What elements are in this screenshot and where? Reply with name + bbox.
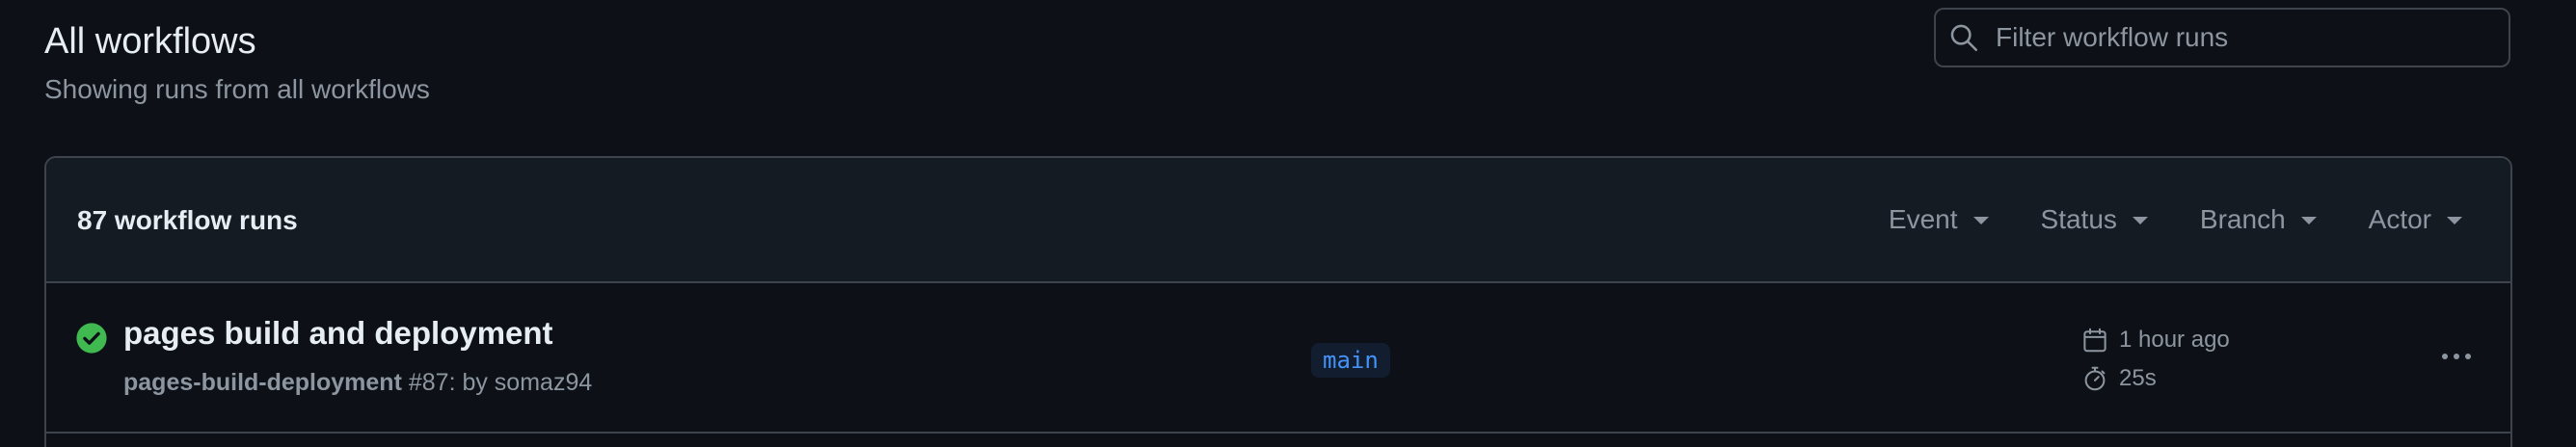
stopwatch-icon [2084, 366, 2106, 391]
filter-bar: Event Status Branch Actor [1889, 200, 2462, 239]
filter-label: Branch [2199, 204, 2286, 234]
page-title: All workflows [44, 21, 256, 62]
caret-down-icon [2132, 217, 2148, 224]
run-count: 87 workflow runs [77, 205, 298, 235]
run-duration: 25s [2080, 364, 2157, 393]
actor-filter-button[interactable]: Actor [2369, 200, 2462, 239]
caret-down-icon [2447, 217, 2462, 224]
workflow-name: pages-build-deployment [123, 369, 402, 396]
runs-header: 87 workflow runs Event Status Branch Act… [46, 158, 2510, 283]
kebab-horizontal-icon [2442, 354, 2471, 359]
search-icon [1950, 24, 1978, 52]
run-time-text: 1 hour ago [2119, 327, 2230, 353]
caret-down-icon [2300, 217, 2317, 224]
branch-badge[interactable]: main [1311, 343, 1390, 378]
calendar-icon [2083, 328, 2106, 353]
workflow-runs-page: All workflows Showing runs from all work… [0, 0, 2576, 447]
branch-filter-button[interactable]: Branch [2200, 200, 2317, 239]
filter-label: Actor [2368, 204, 2431, 234]
caret-down-icon [1972, 217, 1989, 224]
filter-workflow-runs-input[interactable] [1996, 22, 2497, 53]
run-time: 1 hour ago [2080, 326, 2230, 355]
run-duration-text: 25s [2119, 365, 2157, 391]
status-filter-button[interactable]: Status [2041, 200, 2148, 239]
page-subtitle: Showing runs from all workflows [44, 74, 430, 104]
workflow-run-row: pages build and deployment pages-build-d… [46, 283, 2510, 434]
kebab-menu-button[interactable] [2437, 337, 2476, 376]
filter-label: Event [1888, 204, 1958, 234]
filter-label: Status [2040, 204, 2117, 234]
run-number-actor: #87: by somaz94 [408, 369, 593, 396]
check-circle-icon [76, 323, 107, 354]
run-title-link[interactable]: pages build and deployment [123, 314, 553, 353]
event-filter-button[interactable]: Event [1889, 200, 1989, 239]
run-meta: pages-build-deployment #87: by somaz94 [123, 368, 592, 397]
workflow-runs-box: 87 workflow runs Event Status Branch Act… [44, 156, 2512, 447]
search-box[interactable] [1934, 8, 2510, 67]
